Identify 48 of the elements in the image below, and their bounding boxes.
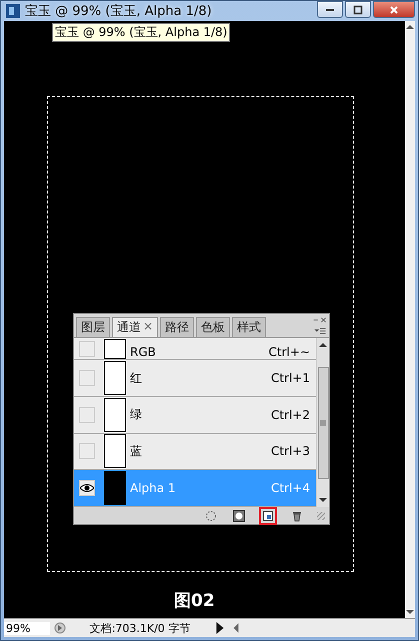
figure-caption: 图02	[174, 590, 215, 612]
visibility-toggle[interactable]	[79, 443, 95, 460]
channel-name: 绿	[130, 406, 143, 424]
resize-grip[interactable]	[317, 512, 325, 520]
panel-tab[interactable]: 样式	[232, 317, 266, 337]
app-icon	[6, 4, 20, 18]
minimize-icon	[326, 8, 334, 10]
mask-icon[interactable]	[231, 508, 247, 524]
maximize-icon	[353, 4, 363, 14]
zoom-field[interactable]: 99%	[4, 622, 50, 634]
panel-tab[interactable]: 通道 ×	[112, 317, 158, 337]
close-icon	[389, 4, 399, 14]
maximize-button[interactable]	[345, 1, 371, 18]
status-menu-icon[interactable]	[54, 622, 66, 634]
channel-row[interactable]: 绿 Ctrl+2	[74, 396, 316, 434]
shortcut-label: Ctrl+4	[270, 481, 310, 496]
channel-name: 红	[130, 370, 143, 387]
scroll-up-icon[interactable]	[406, 24, 414, 30]
tooltip: 宝玉 @ 99% (宝玉, Alpha 1/8)	[52, 23, 230, 42]
window-title: 宝玉 @ 99% (宝玉, Alpha 1/8)	[25, 3, 213, 20]
shortcut-label: Ctrl+3	[270, 444, 310, 458]
shortcut-label: Ctrl+1	[270, 371, 310, 386]
shortcut-label: Ctrl+~	[268, 345, 310, 360]
scroll-down-icon[interactable]	[406, 609, 414, 615]
expand-icon[interactable]	[214, 622, 226, 634]
panel-tab[interactable]: 色板	[196, 317, 230, 337]
visibility-toggle[interactable]	[79, 406, 95, 423]
panel-tab[interactable]: 路径	[160, 317, 194, 337]
visibility-toggle[interactable]	[79, 480, 95, 496]
panel-tab[interactable]: 图层	[76, 317, 110, 337]
grip-icon	[320, 420, 326, 426]
scroll-down-icon[interactable]	[319, 497, 327, 503]
channel-name: RGB	[130, 345, 157, 360]
menu-icon[interactable]	[313, 327, 327, 335]
document-info: 文档:703.1K/0 字节	[88, 620, 192, 636]
visibility-toggle[interactable]	[79, 340, 95, 357]
channel-name: Alpha 1	[130, 481, 177, 496]
channel-row[interactable]: RGB Ctrl+~	[74, 338, 316, 360]
channel-name: 蓝	[130, 442, 143, 460]
shortcut-label: Ctrl+2	[270, 408, 310, 422]
scrollbar[interactable]	[316, 338, 329, 507]
visibility-toggle[interactable]	[79, 370, 95, 386]
channel-row[interactable]: 红 Ctrl+1	[74, 360, 316, 397]
close-button[interactable]	[373, 1, 415, 18]
panel-controls-icon[interactable]	[313, 316, 327, 324]
scrollbar[interactable]	[405, 21, 415, 618]
minimize-button[interactable]	[317, 1, 343, 18]
scroll-up-icon[interactable]	[319, 342, 327, 348]
